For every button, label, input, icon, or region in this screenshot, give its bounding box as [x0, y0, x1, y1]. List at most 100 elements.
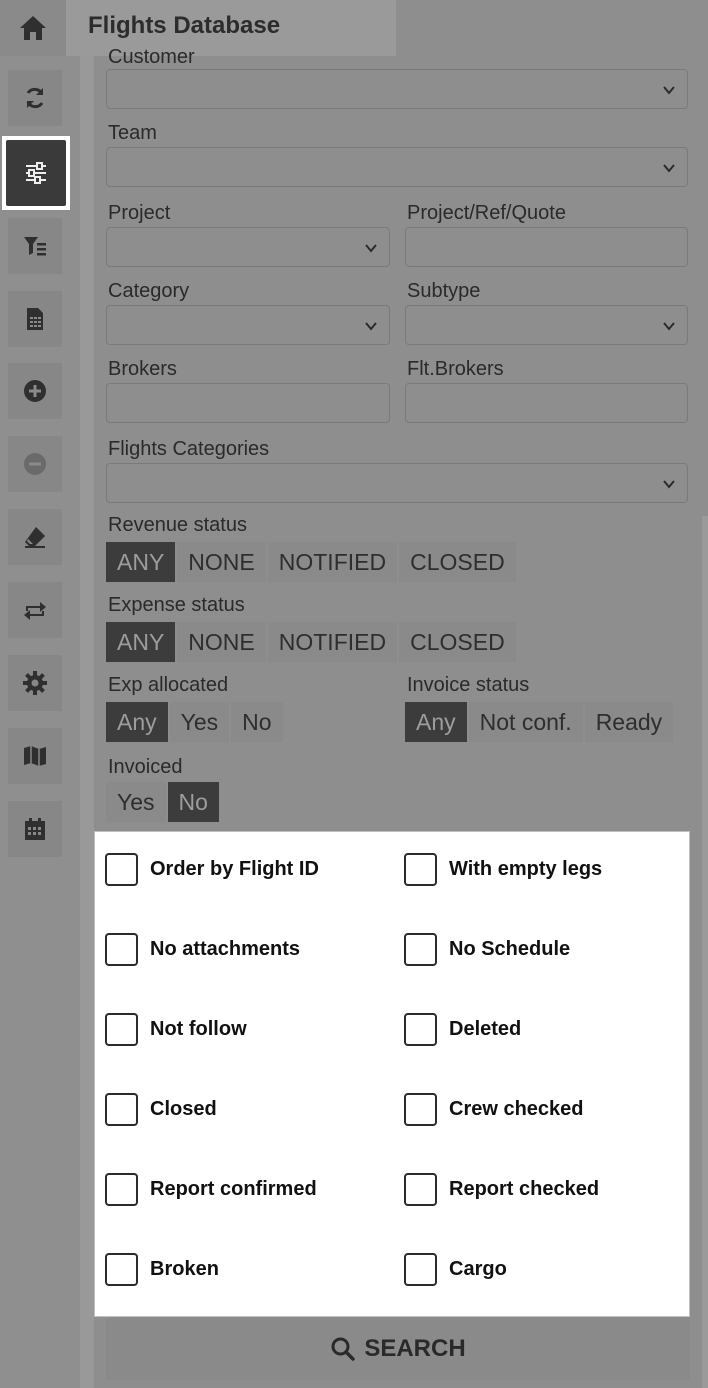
checkbox-label: With empty legs [449, 858, 603, 880]
expense-closed-option[interactable]: CLOSED [399, 622, 518, 662]
scrollbar[interactable] [702, 516, 708, 1388]
search-icon [331, 1337, 356, 1361]
invoiced-label: Invoiced [108, 756, 183, 778]
chevron-down-icon [663, 322, 675, 331]
revenue-status-label: Revenue status [108, 514, 247, 536]
map-button[interactable] [8, 728, 62, 784]
team-label: Team [108, 122, 157, 144]
category-select[interactable] [106, 305, 390, 345]
subtype-select[interactable] [405, 305, 688, 345]
home-icon [20, 16, 46, 40]
team-select[interactable] [106, 147, 688, 187]
refresh-button[interactable] [8, 70, 62, 126]
home-button[interactable] [0, 0, 66, 56]
options-card [94, 831, 690, 1317]
project-ref-input[interactable] [405, 227, 688, 267]
checkbox-box[interactable] [404, 1253, 437, 1286]
invoiced-no-option[interactable]: No [167, 782, 221, 822]
revenue-none-option[interactable]: NONE [177, 542, 268, 582]
category-label: Category [108, 280, 190, 302]
closed-checkbox[interactable]: Closed [105, 1093, 217, 1126]
exp-allocated-label: Exp allocated [108, 674, 229, 696]
brokers-input[interactable] [106, 383, 390, 423]
remove-button[interactable] [8, 436, 62, 492]
checkbox-box[interactable] [404, 853, 437, 886]
expense-any-option[interactable]: ANY [106, 622, 178, 662]
spreadsheet-button[interactable] [8, 291, 62, 347]
not-follow-checkbox[interactable]: Not follow [105, 1013, 247, 1046]
invoice-status-label: Invoice status [407, 674, 530, 696]
deleted-checkbox[interactable]: Deleted [404, 1013, 521, 1046]
checkbox-box[interactable] [105, 933, 138, 966]
page-title: Flights Database [88, 12, 281, 39]
calendar-icon [25, 818, 45, 840]
crew-checked-checkbox[interactable]: Crew checked [404, 1093, 584, 1126]
chevron-down-icon [365, 244, 377, 253]
customer-label: Customer [108, 42, 195, 64]
exp-allocated-no-option[interactable]: No [231, 702, 285, 742]
cargo-checkbox[interactable]: Cargo [404, 1253, 507, 1286]
checkbox-box[interactable] [105, 1013, 138, 1046]
invoiced-yes-option[interactable]: Yes [106, 782, 168, 822]
sidebar-divider [80, 56, 94, 1388]
filters-button[interactable] [2, 136, 70, 210]
checkbox-box[interactable] [404, 1013, 437, 1046]
exp-allocated-toggle: Any Yes No [106, 702, 285, 742]
order-by-flight-id-checkbox[interactable]: Order by Flight ID [105, 853, 319, 886]
invoice-any-option[interactable]: Any [405, 702, 469, 742]
checkbox-box[interactable] [404, 933, 437, 966]
expense-notified-option[interactable]: NOTIFIED [267, 622, 400, 662]
search-button[interactable]: SEARCH [106, 1318, 690, 1380]
flights-categories-select[interactable] [106, 463, 688, 503]
exp-allocated-yes-option[interactable]: Yes [169, 702, 232, 742]
filter-list-icon [24, 237, 46, 256]
checkbox-label: Closed [150, 1098, 217, 1120]
chevron-down-icon [663, 480, 675, 489]
revenue-any-option[interactable]: ANY [106, 542, 178, 582]
report-checked-checkbox[interactable]: Report checked [404, 1173, 599, 1206]
checkbox-box[interactable] [105, 853, 138, 886]
flt-brokers-input[interactable] [405, 383, 688, 423]
invoiced-toggle: Yes No [106, 782, 221, 822]
expense-status-label: Expense status [108, 594, 245, 616]
spreadsheet-icon [27, 308, 43, 330]
checkbox-box[interactable] [105, 1253, 138, 1286]
invoice-ready-option[interactable]: Ready [584, 702, 676, 742]
gear-icon [23, 671, 47, 695]
invoice-not-conf-option[interactable]: Not conf. [468, 702, 585, 742]
no-attachments-checkbox[interactable]: No attachments [105, 933, 300, 966]
checkbox-box[interactable] [105, 1173, 138, 1206]
settings-button[interactable] [8, 655, 62, 711]
project-ref-label: Project/Ref/Quote [407, 202, 566, 224]
subtype-label: Subtype [407, 280, 481, 302]
add-button[interactable] [8, 363, 62, 419]
broken-checkbox[interactable]: Broken [105, 1253, 219, 1286]
search-label: SEARCH [364, 1335, 466, 1362]
revenue-closed-option[interactable]: CLOSED [399, 542, 518, 582]
checkbox-label: Not follow [150, 1018, 247, 1040]
checkbox-label: No Schedule [449, 938, 571, 960]
checkbox-label: Deleted [449, 1018, 522, 1040]
calendar-button[interactable] [8, 801, 62, 857]
filter-list-button[interactable] [8, 218, 62, 274]
sidebar [0, 0, 80, 1388]
no-schedule-checkbox[interactable]: No Schedule [404, 933, 570, 966]
customer-select[interactable] [106, 69, 688, 109]
checkbox-box[interactable] [404, 1093, 437, 1126]
map-icon [24, 746, 46, 766]
add-circle-icon [24, 380, 46, 402]
with-empty-legs-checkbox[interactable]: With empty legs [404, 853, 602, 886]
exp-allocated-any-option[interactable]: Any [106, 702, 170, 742]
report-confirmed-checkbox[interactable]: Report confirmed [105, 1173, 317, 1206]
chevron-down-icon [663, 164, 675, 173]
checkbox-box[interactable] [404, 1173, 437, 1206]
checkbox-label: Report confirmed [150, 1178, 317, 1200]
eraser-button[interactable] [8, 509, 62, 565]
swap-button[interactable] [8, 582, 62, 638]
flights-categories-label: Flights Categories [108, 438, 270, 460]
project-select[interactable] [106, 227, 390, 267]
checkbox-box[interactable] [105, 1093, 138, 1126]
chevron-down-icon [365, 322, 377, 331]
revenue-notified-option[interactable]: NOTIFIED [267, 542, 400, 582]
expense-none-option[interactable]: NONE [177, 622, 268, 662]
